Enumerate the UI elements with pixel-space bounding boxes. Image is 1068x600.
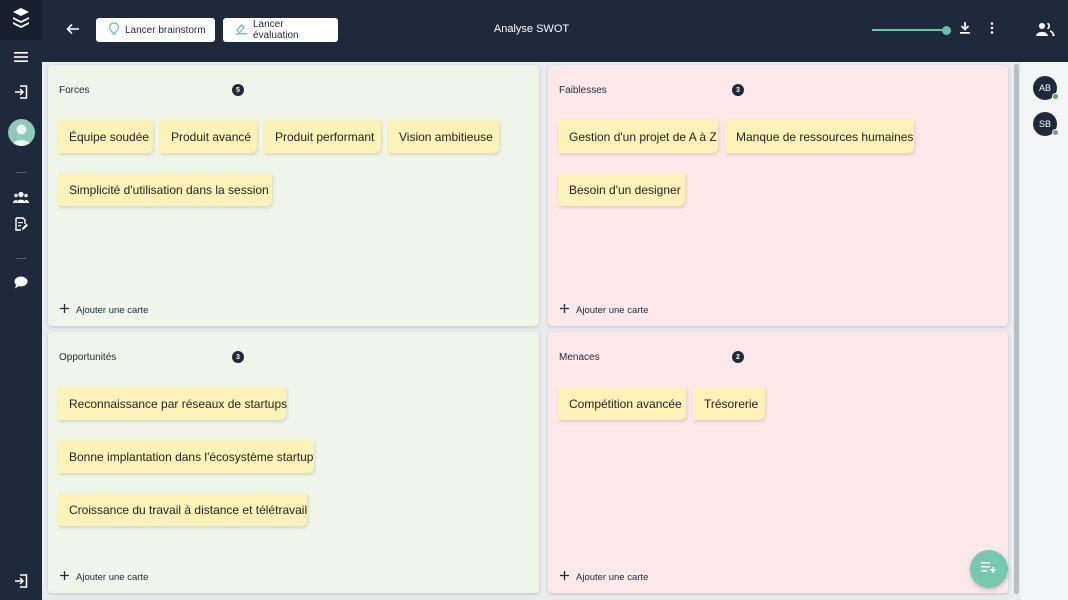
add-list-icon bbox=[981, 560, 997, 578]
status-online-dot bbox=[1052, 93, 1059, 100]
card-count-badge: 3 bbox=[732, 84, 744, 96]
sidebar-divider bbox=[16, 258, 26, 259]
quadrant-title: Faiblesses bbox=[559, 85, 607, 96]
participants-toggle[interactable] bbox=[1021, 0, 1068, 62]
sticky-card[interactable]: Produit avancé bbox=[160, 120, 257, 153]
evaluation-label: Lancer évaluation bbox=[253, 19, 299, 41]
sticky-card[interactable]: Croissance du travail à distance et télé… bbox=[58, 493, 307, 526]
card-count-badge: 2 bbox=[732, 351, 744, 363]
evaluation-button[interactable]: Lancer évaluation bbox=[223, 18, 338, 42]
swot-board: Forces 5 Équipe soudée Produit avancé Pr… bbox=[42, 62, 1021, 600]
sticky-card[interactable]: Bonne implantation dans l'écosystème sta… bbox=[58, 440, 314, 473]
chat-button[interactable] bbox=[0, 272, 42, 298]
sticky-card[interactable]: Produit performant bbox=[264, 120, 381, 153]
edit-document-icon bbox=[14, 216, 28, 236]
evaluation-icon bbox=[235, 22, 248, 38]
plus-icon bbox=[60, 571, 69, 583]
stack-logo-icon bbox=[10, 7, 32, 34]
sticky-card[interactable]: Vision ambitieuse bbox=[388, 120, 499, 153]
group-icon bbox=[13, 190, 29, 208]
participants-panel: AB SB bbox=[1021, 0, 1068, 600]
status-offline-dot bbox=[1052, 129, 1059, 136]
board-scrollbar[interactable] bbox=[1014, 64, 1019, 594]
hamburger-menu-icon bbox=[14, 50, 28, 68]
sticky-card[interactable]: Gestion d'un projet de A à Z bbox=[558, 120, 718, 153]
sticky-card[interactable]: Trésorerie bbox=[693, 387, 765, 420]
sticky-card[interactable]: Reconnaissance par réseaux de startups bbox=[58, 387, 287, 420]
brainstorm-label: Lancer brainstorm bbox=[125, 24, 206, 36]
card-count-badge: 5 bbox=[232, 84, 244, 96]
download-icon bbox=[959, 21, 971, 39]
plus-icon bbox=[60, 304, 69, 316]
edit-button[interactable] bbox=[0, 213, 42, 239]
participant-avatar[interactable]: SB bbox=[1033, 112, 1059, 136]
participants-icon bbox=[1035, 22, 1055, 41]
top-bar: Lancer brainstorm Lancer évaluation Anal… bbox=[42, 0, 1021, 62]
team-button[interactable] bbox=[0, 186, 42, 212]
sticky-card[interactable]: Compétition avancée bbox=[558, 387, 686, 420]
logout-button[interactable] bbox=[0, 570, 42, 596]
quadrant-opportunites: Opportunités 3 Reconnaissance par réseau… bbox=[48, 332, 539, 593]
plus-icon bbox=[560, 571, 569, 583]
add-card-button[interactable]: Ajouter une carte bbox=[560, 570, 648, 584]
quadrant-title: Forces bbox=[59, 85, 90, 96]
quadrant-title: Menaces bbox=[559, 352, 600, 363]
lightbulb-icon bbox=[108, 21, 120, 39]
sticky-card[interactable]: Manque de ressources humaines bbox=[725, 120, 914, 153]
sticky-card[interactable]: Simplicité d'utilisation dans la session bbox=[58, 173, 272, 206]
download-button[interactable] bbox=[955, 20, 975, 40]
plus-icon bbox=[560, 304, 569, 316]
user-avatar[interactable] bbox=[8, 119, 35, 146]
left-sidebar bbox=[0, 0, 42, 600]
sticky-card[interactable]: Besoin d'un designer bbox=[558, 173, 685, 206]
sidebar-divider bbox=[16, 172, 26, 173]
participant-avatar[interactable]: AB bbox=[1033, 76, 1059, 100]
zoom-slider-track[interactable] bbox=[872, 29, 947, 31]
brainstorm-button[interactable]: Lancer brainstorm bbox=[96, 18, 215, 42]
add-card-button[interactable]: Ajouter une carte bbox=[60, 303, 148, 317]
quadrant-title: Opportunités bbox=[59, 352, 117, 363]
add-card-button[interactable]: Ajouter une carte bbox=[60, 570, 148, 584]
chat-bubble-icon bbox=[14, 276, 28, 294]
quadrant-menaces: Menaces 2 Compétition avancée Trésorerie… bbox=[548, 332, 1008, 593]
more-options-button[interactable] bbox=[982, 20, 1002, 40]
sticky-card[interactable]: Équipe soudée bbox=[58, 120, 153, 153]
card-count-badge: 3 bbox=[232, 351, 244, 363]
logout-icon bbox=[14, 573, 28, 593]
quadrant-forces: Forces 5 Équipe soudée Produit avancé Pr… bbox=[48, 65, 539, 326]
app-logo[interactable] bbox=[0, 0, 42, 40]
zoom-slider-thumb[interactable] bbox=[942, 26, 951, 35]
add-card-button[interactable]: Ajouter une carte bbox=[560, 303, 648, 317]
join-session-button[interactable] bbox=[0, 81, 42, 107]
arrow-left-icon bbox=[66, 22, 80, 40]
login-icon bbox=[14, 84, 28, 104]
menu-button[interactable] bbox=[0, 46, 42, 72]
back-button[interactable] bbox=[60, 18, 86, 44]
more-vertical-icon bbox=[990, 21, 994, 39]
quadrant-faiblesses: Faiblesses 3 Gestion d'un projet de A à … bbox=[548, 65, 1008, 326]
add-list-fab[interactable] bbox=[970, 550, 1008, 588]
